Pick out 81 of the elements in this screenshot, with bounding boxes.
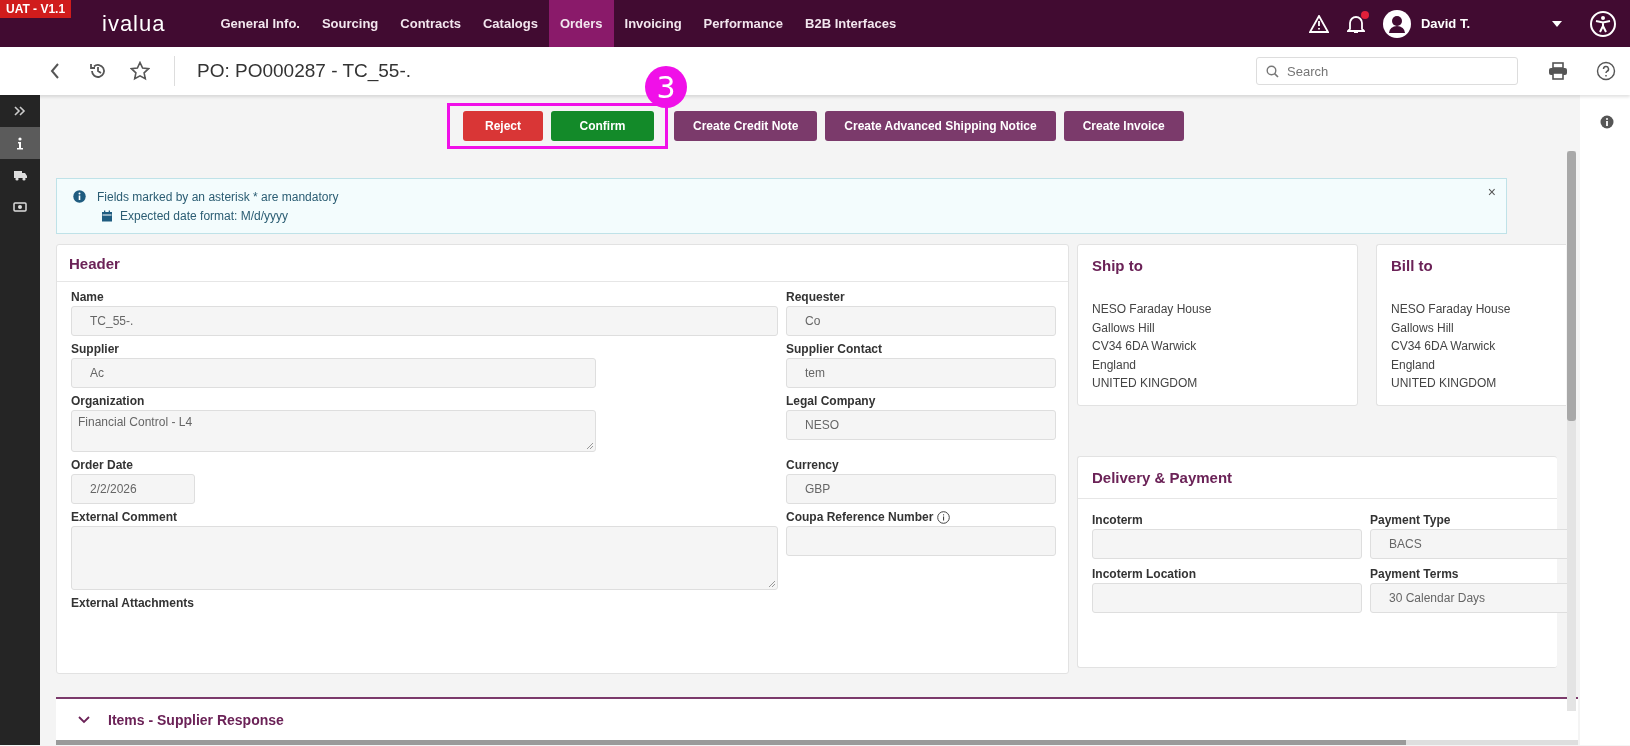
field-label: Incoterm Location (1092, 567, 1196, 581)
resize-grip-icon[interactable] (768, 580, 775, 587)
step-number: 3 (645, 66, 687, 108)
card-title: Delivery & Payment (1092, 469, 1233, 486)
info-icon[interactable] (937, 510, 951, 524)
field-label: Organization (71, 394, 145, 408)
back-icon[interactable] (50, 63, 60, 79)
expand-icon (13, 104, 27, 118)
nav-tab[interactable]: Performance (692, 0, 795, 47)
input-field[interactable]: 30 Calendar Days (1370, 583, 1570, 613)
help-icon[interactable] (1596, 61, 1616, 81)
input-field[interactable]: tem (786, 358, 1056, 388)
field-label: Incoterm (1092, 513, 1143, 527)
input-field[interactable]: GBP (786, 474, 1056, 504)
nav-tab[interactable]: Orders (548, 0, 614, 47)
address-text: NESO Faraday House Gallows Hill CV34 6DA Warwick England UNITED KINGDOM (1092, 301, 1213, 392)
resize-grip-icon[interactable] (586, 442, 593, 449)
text-area[interactable]: Financial Control - L4 (71, 410, 596, 452)
scrollbar[interactable] (56, 740, 1578, 745)
banner-text: Expected date format: M/d/yyyy (120, 208, 289, 223)
environment-badge: UAT - V1.1 (0, 0, 72, 18)
nav-tab[interactable]: Sourcing (310, 0, 390, 47)
accessibility-icon[interactable] (1590, 10, 1616, 37)
card-title: Bill to (1391, 257, 1434, 274)
info-icon (73, 190, 86, 203)
search-field[interactable]: Search (1256, 57, 1518, 85)
warning-icon[interactable] (1308, 14, 1329, 33)
input-field[interactable]: Ac (71, 358, 596, 388)
history-icon[interactable] (88, 61, 108, 81)
scrollbar[interactable] (1567, 151, 1576, 711)
logo[interactable]: ivalua (102, 10, 166, 37)
section-title: Items - Supplier Response (108, 712, 284, 728)
calendar-icon (101, 209, 113, 222)
reject-button[interactable]: Reject (463, 111, 543, 141)
field-label: Supplier Contact (786, 342, 882, 356)
info-icon[interactable] (1600, 115, 1614, 129)
bell-icon[interactable] (1346, 13, 1365, 34)
banknote-icon (13, 200, 27, 214)
field-label: Payment Type (1370, 513, 1451, 527)
page-title: PO: PO000287 - TC_55-. (174, 56, 412, 86)
input-field[interactable] (786, 526, 1056, 556)
section-header[interactable]: Items - Supplier Response (56, 697, 1578, 741)
card-title: Header (69, 255, 120, 272)
caret-icon[interactable] (1552, 20, 1562, 27)
nav-tab[interactable]: B2B Interfaces (794, 0, 908, 47)
chevron-icon (78, 716, 90, 724)
field-label: Supplier (71, 342, 119, 356)
input-field[interactable]: Co (786, 306, 1056, 336)
user-name[interactable]: David T. (1420, 16, 1470, 31)
close-button[interactable]: × (1487, 184, 1496, 200)
print-icon[interactable] (1548, 62, 1568, 80)
truck-icon (13, 168, 27, 182)
nav-tab[interactable]: Catalogs (472, 0, 549, 47)
field-label: External Attachments (71, 596, 194, 610)
field-label: Name (71, 290, 104, 304)
input-field[interactable]: BACS (1370, 529, 1570, 559)
banner-text: Fields marked by an asterisk * are mandatory (97, 189, 339, 204)
input-field[interactable] (1092, 529, 1362, 559)
field-label: Order Date (71, 458, 134, 472)
input-field[interactable] (1092, 583, 1362, 613)
field-label: External Comment (71, 510, 178, 524)
nav-tab[interactable]: General Info. (209, 0, 311, 47)
star-icon[interactable] (130, 61, 150, 81)
input-field[interactable]: 2/2/2026 (71, 474, 195, 504)
confirm-button[interactable]: Confirm (551, 111, 654, 141)
avatar-icon[interactable] (1382, 9, 1411, 38)
nav-tab[interactable]: Contracts (389, 0, 472, 47)
action-button[interactable]: Create Credit Note (674, 111, 818, 141)
card-title: Ship to (1092, 257, 1144, 274)
input-field[interactable]: NESO (786, 410, 1056, 440)
action-button[interactable]: Create Advanced Shipping Notice (825, 111, 1056, 141)
address-text: NESO Faraday House Gallows Hill CV34 6DA Warwick England UNITED KINGDOM (1391, 301, 1512, 392)
field-label: Legal Company (786, 394, 876, 408)
search-icon (1266, 65, 1279, 78)
field-label: Payment Terms (1370, 567, 1459, 581)
field-label: Requester (786, 290, 845, 304)
input-field[interactable]: TC_55-. (71, 306, 778, 336)
field-label: Coupa Reference Number (786, 510, 934, 524)
field-label: Currency (786, 458, 839, 472)
nav-tab[interactable]: Invoicing (613, 0, 693, 47)
action-button[interactable]: Create Invoice (1063, 111, 1184, 141)
